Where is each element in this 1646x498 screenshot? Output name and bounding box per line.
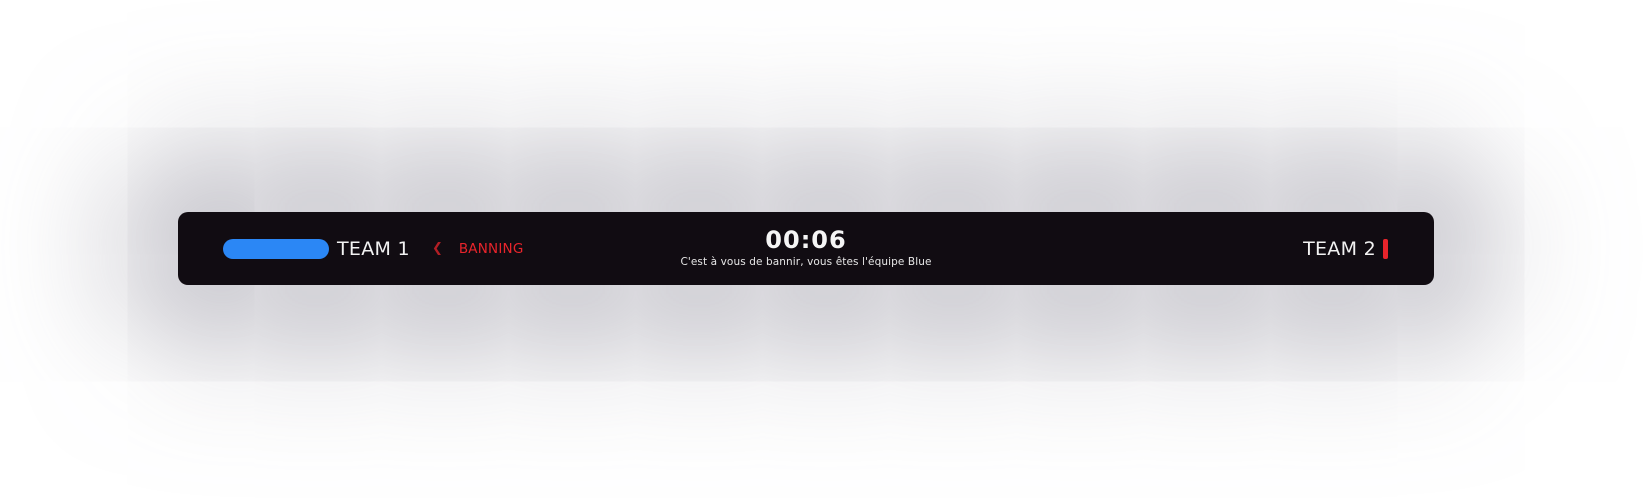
countdown-timer: 00:06 xyxy=(765,226,847,254)
turn-message: C'est à vous de bannir, vous êtes l'équi… xyxy=(680,256,932,268)
stage: TEAM 1 ❮ BANNING 00:06 C'est à vous de b… xyxy=(0,0,1646,498)
team2-name: TEAM 2 xyxy=(1303,237,1376,260)
draft-status-bar: TEAM 1 ❮ BANNING 00:06 C'est à vous de b… xyxy=(178,212,1434,285)
timer-section: 00:06 C'est à vous de bannir, vous êtes … xyxy=(178,226,1434,268)
team2-section: TEAM 2 xyxy=(1303,212,1388,285)
team2-color-marker xyxy=(1383,238,1388,259)
